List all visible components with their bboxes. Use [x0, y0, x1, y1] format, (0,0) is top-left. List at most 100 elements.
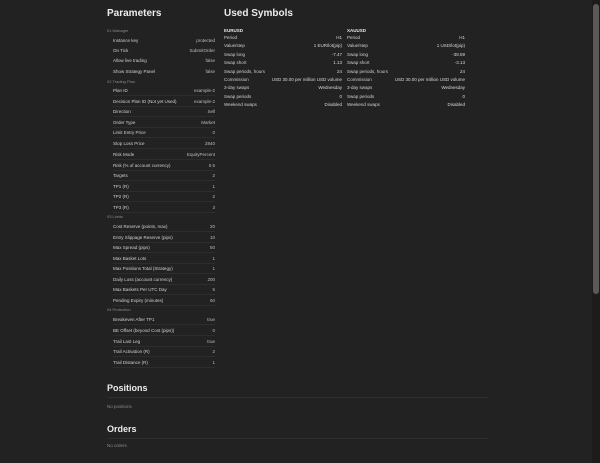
symbol-row: Swap short -3.13: [347, 59, 465, 67]
param-row: Breakeven After TP1 true: [113, 316, 215, 325]
param-row: Entry Slippage Reserve (pips) 10: [113, 234, 215, 243]
param-label: Trail Last Leg: [113, 339, 141, 344]
param-value: 3: [212, 205, 215, 210]
symbol-row-value: Wednesday: [441, 85, 465, 91]
symbol-row-value: 1.13: [333, 60, 342, 66]
symbol-row-label: Weekend swaps: [347, 102, 380, 108]
symbol-row-value: -3.13: [454, 60, 465, 66]
symbol-row-value: USD 30.00 per million USD volume: [394, 76, 465, 82]
param-row: Direction Sell: [113, 108, 215, 117]
symbol-row-value: 24: [459, 68, 465, 74]
positions-divider: [107, 397, 489, 398]
param-label: TP1 (R): [113, 184, 129, 189]
param-row: Limit Entry Price 0: [113, 129, 215, 138]
symbol-row: Swap long -7.47: [224, 51, 342, 59]
symbol-row: Swap periods 0: [224, 93, 342, 101]
param-label: Trail Activation (R): [113, 349, 150, 354]
param-row: TP2 (R) 2: [113, 193, 215, 202]
vertical-scrollbar[interactable]: [592, 0, 600, 463]
param-value: 10: [209, 235, 215, 240]
param-value: 0: [212, 328, 215, 333]
param-row: Targets 2: [113, 172, 215, 181]
symbol-row: Value/step 1 USD/lot(pip): [347, 42, 465, 50]
param-value: Market: [201, 120, 215, 125]
symbol-row-label: 3-day swaps: [347, 85, 373, 91]
symbol-row: Period H1: [224, 34, 342, 42]
symbol-row: Swap periods, hours 24: [347, 68, 465, 76]
symbol-row-value: 0: [339, 93, 342, 99]
symbol-row: 3-day swaps Wednesday: [347, 84, 465, 92]
param-value: 60: [209, 298, 215, 303]
param-label: Max Positions Total (Strategy): [113, 266, 173, 271]
param-label: Max Basket Lots: [113, 256, 147, 261]
orders-empty-text: No orders: [107, 443, 127, 448]
symbol-row-value: -38.59: [452, 51, 465, 57]
param-row: Pending Expiry (minutes) 60: [113, 297, 215, 306]
param-label: TP2 (R): [113, 194, 129, 199]
scrollbar-thumb[interactable]: [593, 4, 599, 294]
param-row: Max Positions Total (Strategy) 1: [113, 265, 215, 274]
param-row: TP3 (R) 3: [113, 204, 215, 213]
param-row: Max Spread (pips) 50: [113, 244, 215, 253]
symbol-row-label: Period: [347, 35, 361, 40]
param-label: Targets: [113, 173, 128, 178]
symbol-row-label: Commission: [224, 76, 249, 82]
param-value: 2840: [204, 141, 215, 146]
symbol-row: Swap short 1.13: [224, 59, 342, 67]
symbol-row: Value/step 1 EUR/lot(pip): [224, 42, 342, 50]
param-value: 1: [212, 266, 215, 271]
param-label: On Tick: [113, 48, 129, 53]
param-value: 2: [212, 173, 215, 178]
group-trading-plan-header: 02 Trading Plan: [107, 79, 136, 84]
symbol-row-value: USD 30.00 per million USD volume: [271, 76, 342, 82]
symbol-row-label: Swap long: [224, 51, 246, 57]
param-row: Instance key protected: [113, 37, 215, 45]
param-row: Order Type Market: [113, 119, 215, 128]
param-row: Stop Loss Price 2840: [113, 140, 215, 149]
param-label: TP3 (R): [113, 205, 129, 210]
group-protection-header: 04 Protection: [107, 307, 131, 312]
param-value: 2: [212, 349, 215, 354]
symbol-block-eurusd: EURUSD Period H1 Value/step 1 EUR/lot(pip)…: [224, 28, 342, 110]
param-label: Decision Plan ID (Not yet Used): [113, 99, 177, 104]
param-label: Max Spread (pips): [113, 245, 150, 250]
symbol-row-label: Period: [224, 35, 238, 40]
symbol-row-label: Commission: [347, 76, 372, 82]
symbol-row-value: 0: [462, 93, 465, 99]
symbol-row-value: 24: [336, 68, 342, 74]
symbol-row-label: 3-day swaps: [224, 85, 250, 91]
positions-title: Positions: [107, 383, 148, 393]
group-limits-header: 03 Limits: [107, 214, 124, 219]
param-label: Direction: [113, 109, 131, 114]
param-row: Decision Plan ID (Not yet Used) example-2: [113, 98, 215, 107]
symbol-row-label: Swap periods: [224, 93, 252, 99]
param-label: Instance key: [113, 38, 139, 43]
param-row: Risk Mode EquityPercent: [113, 151, 215, 160]
param-value: 5: [212, 287, 215, 292]
param-row: Max Baskets Per UTC Day 5: [113, 286, 215, 295]
used-symbols-title: Used Symbols: [224, 8, 293, 19]
param-value: 0: [212, 130, 215, 135]
param-value: example-2: [193, 99, 215, 104]
symbol-row: Period H1: [347, 34, 465, 42]
param-row: Plan ID example-2: [113, 87, 215, 96]
param-value: 50: [209, 245, 215, 250]
param-value: 200: [207, 277, 215, 282]
param-value: protected: [196, 38, 215, 43]
param-value: 1: [212, 256, 215, 261]
symbol-row-label: Swap periods, hours: [347, 68, 389, 74]
param-value: EquityPercent: [186, 152, 215, 157]
param-value: 1: [212, 184, 215, 189]
param-value: 1: [212, 360, 215, 365]
param-label: Order Type: [113, 120, 136, 125]
param-row: Trail Distance (R) 1: [113, 359, 215, 368]
param-row: Allow live trading false: [113, 57, 215, 65]
symbol-row-label: Swap periods, hours: [224, 68, 266, 74]
param-value: 2: [212, 194, 215, 199]
param-value: example-2: [193, 88, 215, 93]
param-value: Sell: [207, 109, 215, 114]
symbol-row-value: H1: [336, 35, 342, 40]
param-label: Daily Loss (account currency): [113, 277, 173, 282]
symbol-row: Commission USD 30.00 per million USD volu…: [224, 76, 342, 84]
symbol-row-label: Swap short: [347, 60, 370, 66]
